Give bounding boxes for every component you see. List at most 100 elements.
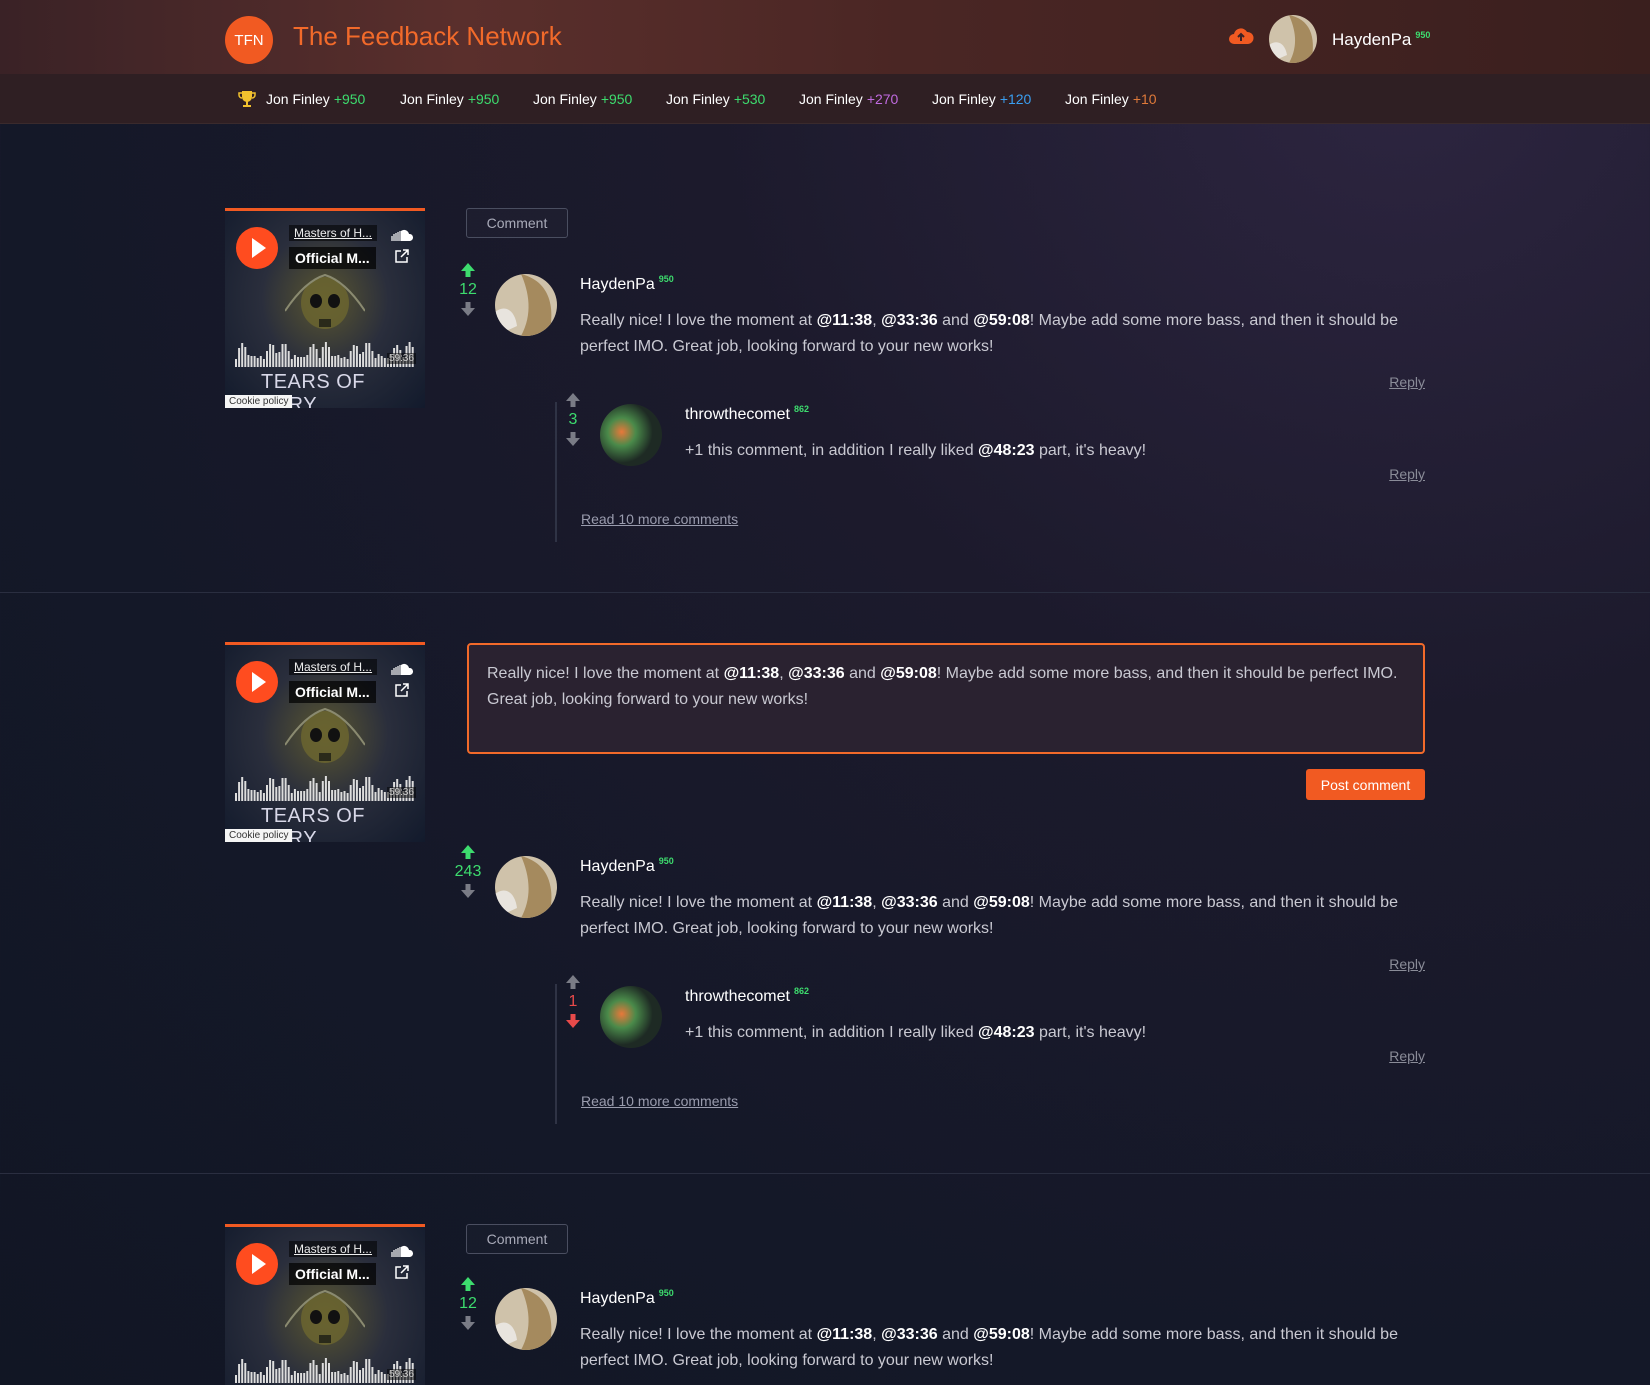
leaderboard-entry[interactable]: Jon Finley +950	[266, 91, 365, 107]
timestamp-link[interactable]: @11:38	[817, 1326, 873, 1343]
comment-username[interactable]: HaydenPa 950	[580, 856, 674, 876]
share-icon[interactable]	[395, 683, 409, 697]
track-title[interactable]: Official M...	[289, 1263, 376, 1285]
leader-points: +120	[999, 91, 1032, 107]
upvote-icon[interactable]	[460, 844, 476, 860]
user-points: 950	[658, 274, 674, 284]
comment-username[interactable]: HaydenPa 950	[580, 274, 674, 294]
text-fragment: and	[937, 1326, 974, 1343]
post-comment-button[interactable]: Post comment	[1306, 769, 1425, 800]
comment-username[interactable]: HaydenPa 950	[580, 1288, 674, 1308]
text-fragment: and	[937, 312, 974, 329]
soundcloud-icon[interactable]	[390, 662, 414, 675]
avatar[interactable]	[495, 1288, 557, 1350]
timestamp-link[interactable]: @11:38	[724, 665, 780, 682]
leader-points: +950	[600, 91, 633, 107]
downvote-icon[interactable]	[460, 301, 476, 317]
read-more-link[interactable]: Read 10 more comments	[581, 1093, 738, 1109]
share-icon[interactable]	[395, 1265, 409, 1279]
leader-name: Jon Finley	[1065, 91, 1129, 107]
reply-link[interactable]: Reply	[1389, 466, 1425, 482]
timestamp-link[interactable]: @11:38	[817, 894, 873, 911]
timestamp-link[interactable]: @48:23	[978, 442, 1035, 459]
leaderboard-entry[interactable]: Jon Finley +10	[1065, 91, 1157, 107]
timestamp-link[interactable]: @33:36	[788, 665, 845, 682]
reply-link[interactable]: Reply	[1389, 956, 1425, 972]
text-fragment: ,	[779, 665, 789, 682]
comment-username[interactable]: throwthecomet 862	[685, 404, 809, 424]
timestamp-link[interactable]: @59:08	[973, 894, 1030, 911]
track-title[interactable]: Official M...	[289, 247, 376, 269]
read-more-link[interactable]: Read 10 more comments	[581, 511, 738, 527]
avatar[interactable]	[600, 404, 662, 466]
timestamp-link[interactable]: @59:08	[973, 312, 1030, 329]
downvote-icon[interactable]	[460, 1315, 476, 1331]
timestamp-link[interactable]: @33:36	[881, 894, 938, 911]
leaderboard-bar: Jon Finley +950 Jon Finley +950 Jon Finley +9…	[0, 74, 1650, 124]
play-button[interactable]	[236, 1243, 278, 1285]
username-text: HaydenPa	[580, 1290, 655, 1307]
user-points: 950	[658, 1288, 674, 1298]
avatar[interactable]	[1269, 15, 1317, 63]
timestamp-link[interactable]: @33:36	[881, 1326, 938, 1343]
text-fragment: Really nice! I love the moment at	[487, 665, 724, 682]
comment-editor[interactable]: Really nice! I love the moment at @11:38…	[467, 643, 1425, 754]
soundcloud-icon[interactable]	[390, 1244, 414, 1257]
soundcloud-icon[interactable]	[390, 228, 414, 241]
leaderboard-entry[interactable]: Jon Finley +120	[932, 91, 1031, 107]
track-player[interactable]: Masters of H...Official M...59:36TEARS O…	[225, 208, 425, 408]
username-text: throwthecomet	[685, 988, 790, 1005]
cookie-policy-link[interactable]: Cookie policy	[225, 395, 293, 408]
leaderboard-entry[interactable]: Jon Finley +950	[533, 91, 632, 107]
timestamp-link[interactable]: @59:08	[973, 1326, 1030, 1343]
track-player[interactable]: Masters of H...Official M...59:36TEARS O…	[225, 1224, 425, 1385]
comment-button[interactable]: Comment	[466, 208, 568, 238]
downvote-icon[interactable]	[565, 431, 581, 447]
leader-name: Jon Finley	[533, 91, 597, 107]
user-points: 862	[793, 404, 809, 414]
artist-link[interactable]: Masters of H...	[289, 1241, 378, 1257]
track-player[interactable]: Masters of H...Official M...59:36TEARS O…	[225, 642, 425, 842]
header-username[interactable]: HaydenPa 950	[1332, 30, 1430, 50]
leaderboard-entry[interactable]: Jon Finley +950	[400, 91, 499, 107]
track-duration: 59:36	[387, 353, 417, 364]
text-fragment: +1 this comment, in addition I really li…	[685, 1024, 979, 1041]
upvote-icon[interactable]	[460, 262, 476, 278]
track-title[interactable]: Official M...	[289, 681, 376, 703]
vote-score: 12	[459, 281, 477, 298]
text-fragment: and	[937, 894, 974, 911]
upvote-icon[interactable]	[565, 974, 581, 990]
timestamp-link[interactable]: @33:36	[881, 312, 938, 329]
downvote-icon[interactable]	[460, 883, 476, 899]
vote-score: 3	[568, 411, 578, 428]
vote-control: 243	[450, 844, 486, 899]
play-button[interactable]	[236, 227, 278, 269]
user-points: 862	[793, 986, 809, 996]
upvote-icon[interactable]	[460, 1276, 476, 1292]
avatar[interactable]	[600, 986, 662, 1048]
artist-link[interactable]: Masters of H...	[289, 659, 378, 675]
leader-points: +950	[467, 91, 500, 107]
upvote-icon[interactable]	[565, 392, 581, 408]
play-button[interactable]	[236, 661, 278, 703]
artist-link[interactable]: Masters of H...	[289, 225, 378, 241]
skull-artwork	[284, 271, 366, 341]
site-title[interactable]: The Feedback Network	[293, 21, 562, 52]
share-icon[interactable]	[395, 249, 409, 263]
timestamp-link[interactable]: @59:08	[880, 665, 937, 682]
upload-cloud-icon[interactable]	[1228, 26, 1254, 46]
leaderboard-entry[interactable]: Jon Finley +270	[799, 91, 898, 107]
logo[interactable]: TFN	[225, 16, 273, 64]
reply-link[interactable]: Reply	[1389, 1048, 1425, 1064]
comment-text: Really nice! I love the moment at @11:38…	[580, 1322, 1400, 1374]
downvote-icon[interactable]	[565, 1013, 581, 1029]
comment-username[interactable]: throwthecomet 862	[685, 986, 809, 1006]
timestamp-link[interactable]: @11:38	[817, 312, 873, 329]
leaderboard-entry[interactable]: Jon Finley +530	[666, 91, 765, 107]
reply-link[interactable]: Reply	[1389, 374, 1425, 390]
cookie-policy-link[interactable]: Cookie policy	[225, 829, 293, 842]
avatar[interactable]	[495, 856, 557, 918]
timestamp-link[interactable]: @48:23	[978, 1024, 1035, 1041]
comment-button[interactable]: Comment	[466, 1224, 568, 1254]
avatar[interactable]	[495, 274, 557, 336]
